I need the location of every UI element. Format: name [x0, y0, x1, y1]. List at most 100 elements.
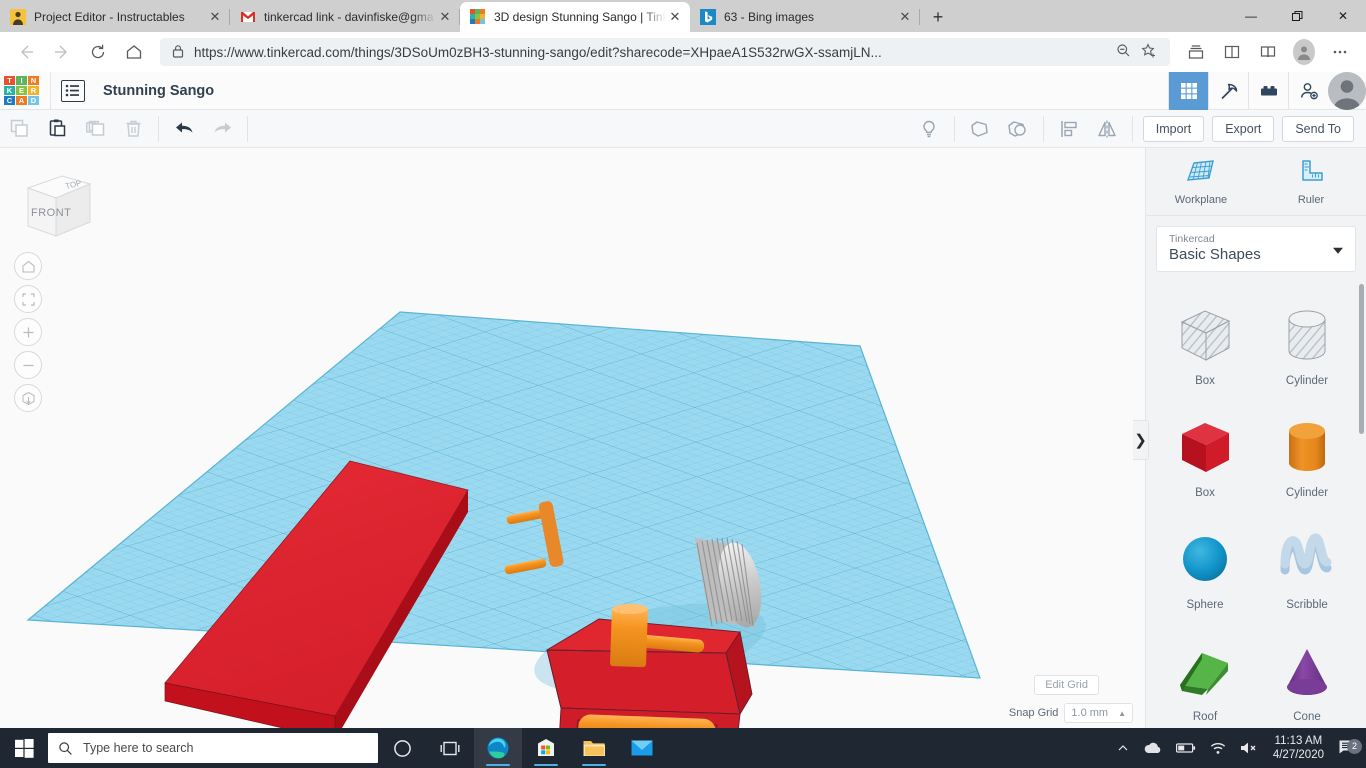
onedrive-cloud-icon[interactable] [1136, 741, 1169, 755]
tab-close-icon[interactable]: ✕ [896, 9, 914, 25]
import-button[interactable]: Import [1142, 115, 1205, 142]
chevron-right-icon[interactable]: ❯ [1133, 420, 1149, 460]
tinkercad-icon [470, 9, 486, 25]
back-button[interactable] [11, 37, 41, 67]
workplane-icon [1185, 158, 1217, 191]
show-hidden-icons-chevron[interactable] [1110, 742, 1136, 754]
paste-icon[interactable] [38, 110, 76, 148]
window-close-button[interactable]: ✕ [1320, 0, 1366, 32]
user-avatar[interactable] [1328, 71, 1366, 110]
shape-item-box[interactable]: Box [1154, 398, 1256, 510]
shape-row: Roof Cone [1154, 622, 1358, 728]
battery-icon[interactable] [1169, 742, 1203, 754]
browser-tab-3[interactable]: 63 - Bing images ✕ [690, 2, 920, 32]
browser-tab-1[interactable]: tinkercad link - davinfiske@gma ✕ [230, 2, 460, 32]
file-explorer-icon[interactable] [570, 728, 618, 768]
task-view-icon[interactable] [426, 728, 474, 768]
browser-more-icon[interactable] [1325, 37, 1355, 67]
align-icon[interactable] [1050, 110, 1088, 148]
windows-taskbar: Type here to search 11:13 AM 4/27/2020 2 [0, 728, 1366, 768]
toolbar-separator [247, 115, 248, 142]
immersive-reader-icon[interactable] [1253, 37, 1283, 67]
windows-start-icon[interactable] [0, 728, 48, 768]
delete-icon[interactable] [114, 110, 152, 148]
toolbar-separator [1131, 115, 1133, 142]
browser-tab-2[interactable]: 3D design Stunning Sango | Tink ✕ [460, 2, 690, 32]
browser-tab-0[interactable]: Project Editor - Instructables ✕ [0, 2, 230, 32]
solid-box-icon [1172, 410, 1238, 486]
new-tab-button[interactable]: + [924, 3, 952, 31]
duplicate-icon[interactable] [76, 110, 114, 148]
shape-item-cylinder[interactable]: Cylinder [1256, 398, 1358, 510]
minecraft-pickaxe-icon[interactable] [1208, 71, 1248, 110]
tab-title: 3D design Stunning Sango | Tink [494, 10, 666, 24]
cortana-icon[interactable] [378, 728, 426, 768]
shape-item-cone[interactable]: Cone [1256, 622, 1358, 728]
window-maximize-button[interactable] [1274, 0, 1320, 32]
tab-close-icon[interactable]: ✕ [206, 9, 224, 25]
copy-icon[interactable] [0, 110, 38, 148]
redo-icon[interactable] [203, 110, 241, 148]
zoom-out-icon[interactable] [14, 351, 42, 379]
ungroup-icon[interactable] [999, 110, 1037, 148]
logo-tile-2: N [28, 75, 39, 85]
svg-text:FRONT: FRONT [31, 207, 71, 219]
mail-icon[interactable] [618, 728, 666, 768]
page-title: Stunning Sango [103, 82, 215, 99]
shape-label: Sphere [1186, 598, 1224, 611]
send-to-button[interactable]: Send To [1282, 115, 1354, 142]
snap-grid-dropdown[interactable]: 1.0 mm ▲ [1064, 703, 1133, 723]
action-center-icon[interactable]: 2 [1332, 738, 1366, 758]
edit-grid-button[interactable]: Edit Grid [1034, 675, 1099, 695]
wifi-icon[interactable] [1203, 742, 1233, 755]
collections-icon[interactable] [1181, 37, 1211, 67]
grid-apps-icon[interactable] [1168, 71, 1208, 110]
shape-item-hole-cylinder[interactable]: Cylinder [1256, 286, 1358, 398]
sidebar-tool-ruler[interactable]: Ruler [1256, 148, 1366, 215]
light-bulb-icon[interactable] [910, 110, 948, 148]
taskbar-clock[interactable]: 11:13 AM 4/27/2020 [1265, 734, 1332, 762]
forward-arrow-icon [55, 45, 67, 59]
tab-close-icon[interactable]: ✕ [436, 9, 454, 25]
fit-to-view-icon[interactable] [14, 285, 42, 313]
lego-brick-icon[interactable] [1248, 71, 1288, 110]
sidebar-tool-workplane[interactable]: Workplane [1146, 148, 1256, 215]
zoom-in-icon[interactable] [14, 318, 42, 346]
split-screen-icon[interactable] [1217, 37, 1247, 67]
invite-user-icon[interactable] [1288, 71, 1328, 110]
header-actions [1168, 71, 1366, 110]
reload-icon [91, 44, 105, 59]
reload-button[interactable] [83, 37, 113, 67]
forward-button[interactable] [47, 37, 77, 67]
shape-row: Sphere Scribble [1154, 510, 1358, 622]
shape-item-scribble[interactable]: Scribble [1256, 510, 1358, 622]
ortho-perspective-icon[interactable] [14, 384, 42, 412]
tinkercad-logo[interactable]: T I N K E R C A D [4, 75, 40, 106]
shape-item-hole-box[interactable]: Box [1154, 286, 1256, 398]
shape-item-roof[interactable]: Roof [1154, 622, 1256, 728]
taskbar-search-input[interactable]: Type here to search [48, 733, 378, 763]
home-button[interactable] [119, 37, 149, 67]
microsoft-edge-icon[interactable] [474, 728, 522, 768]
browser-profile-icon[interactable] [1289, 37, 1319, 67]
logo-tile-7: A [16, 95, 27, 105]
group-icon[interactable] [961, 110, 999, 148]
design-canvas[interactable]: Workplane TOP FRONT [0, 148, 1145, 728]
shape-library-selector[interactable]: Tinkercad Basic Shapes [1156, 226, 1356, 272]
shape-item-sphere[interactable]: Sphere [1154, 510, 1256, 622]
home-view-icon[interactable] [14, 252, 42, 280]
undo-icon[interactable] [165, 110, 203, 148]
volume-muted-icon[interactable] [1233, 741, 1265, 755]
zoom-out-icon[interactable] [1110, 43, 1136, 61]
mirror-icon[interactable] [1088, 110, 1126, 148]
sidebar-scrollbar[interactable] [1359, 284, 1364, 434]
favorite-star-icon[interactable] [1136, 42, 1162, 62]
address-bar[interactable]: https://www.tinkercad.com/things/3DSoUm0… [160, 38, 1170, 66]
tab-close-icon[interactable]: ✕ [666, 9, 684, 25]
window-minimize-button[interactable]: — [1228, 0, 1274, 32]
view-cube[interactable]: TOP FRONT [10, 162, 96, 248]
export-button[interactable]: Export [1212, 115, 1275, 142]
microsoft-store-icon[interactable] [522, 728, 570, 768]
list-menu-icon[interactable] [61, 79, 85, 102]
restore-icon [1291, 10, 1302, 21]
